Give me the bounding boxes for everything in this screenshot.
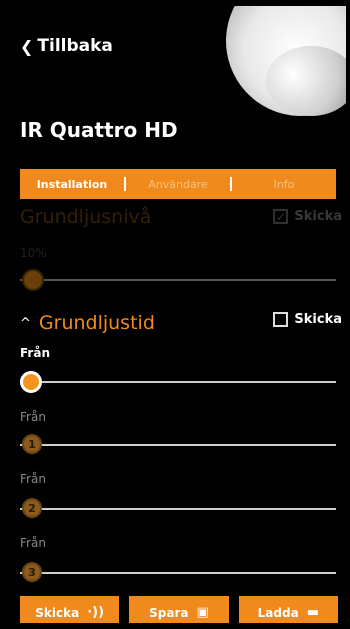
send-button-label: Skicka [35,605,80,620]
tab-installation[interactable]: Installation [20,178,124,191]
base-level-title: Grundljusnivå [20,206,152,228]
base-time-header[interactable]: ^ Grundljustid [20,312,155,334]
back-label: Tillbaka [37,36,113,56]
save-button-label: Spara [149,605,189,620]
slider-handle-3[interactable]: 3 [22,562,42,582]
slider-track[interactable] [20,572,336,574]
app-screen: ❮ Tillbaka IR Quattro HD Installation An… [8,6,346,623]
folder-icon: ▬ [306,605,319,620]
send-button[interactable]: Skicka ·)) [20,596,120,623]
back-button[interactable]: ❮ Tillbaka [20,36,113,56]
base-level-value: 10% [20,246,47,260]
send-label: Skicka [294,209,342,224]
page-title: IR Quattro HD [20,118,178,142]
slider-handle-2[interactable]: 2 [22,498,42,518]
tab-info[interactable]: Info [232,178,336,191]
checkbox-checked-icon: ✓ [273,209,289,224]
slider-handle[interactable] [20,371,42,393]
product-image-highlight [266,46,346,116]
slider-label: Från [20,472,46,486]
slider-label: Från [20,536,46,550]
slider-label: Från [20,346,50,360]
base-time-send-checkbox[interactable]: Skicka [273,312,342,327]
chevron-up-icon: ^ [20,315,31,331]
chevron-left-icon: ❮ [20,36,34,56]
load-button[interactable]: Ladda ▬ [238,596,338,623]
tab-bar: Installation Användare Info [20,169,336,199]
base-level-slider-handle[interactable] [22,269,44,291]
slider-handle-1[interactable]: 1 [22,434,42,454]
tab-users[interactable]: Användare [126,178,230,191]
send-label: Skicka [294,312,342,327]
slider-track[interactable] [20,444,336,446]
base-time-title: Grundljustid [38,312,155,334]
load-button-label: Ladda [257,605,299,620]
base-level-send-checkbox[interactable]: ✓ Skicka [273,209,342,224]
slider-label: Från [20,410,46,424]
checkbox-unchecked-icon [273,312,289,327]
base-level-slider-track[interactable] [20,279,336,281]
slider-track[interactable] [20,508,336,510]
save-button[interactable]: Spara ▣ [129,596,229,623]
broadcast-icon: ·)) [87,605,105,620]
bottom-toolbar: Skicka ·)) Spara ▣ Ladda ▬ [20,596,338,623]
floppy-disk-icon: ▣ [196,605,209,620]
slider-track[interactable] [20,381,336,383]
